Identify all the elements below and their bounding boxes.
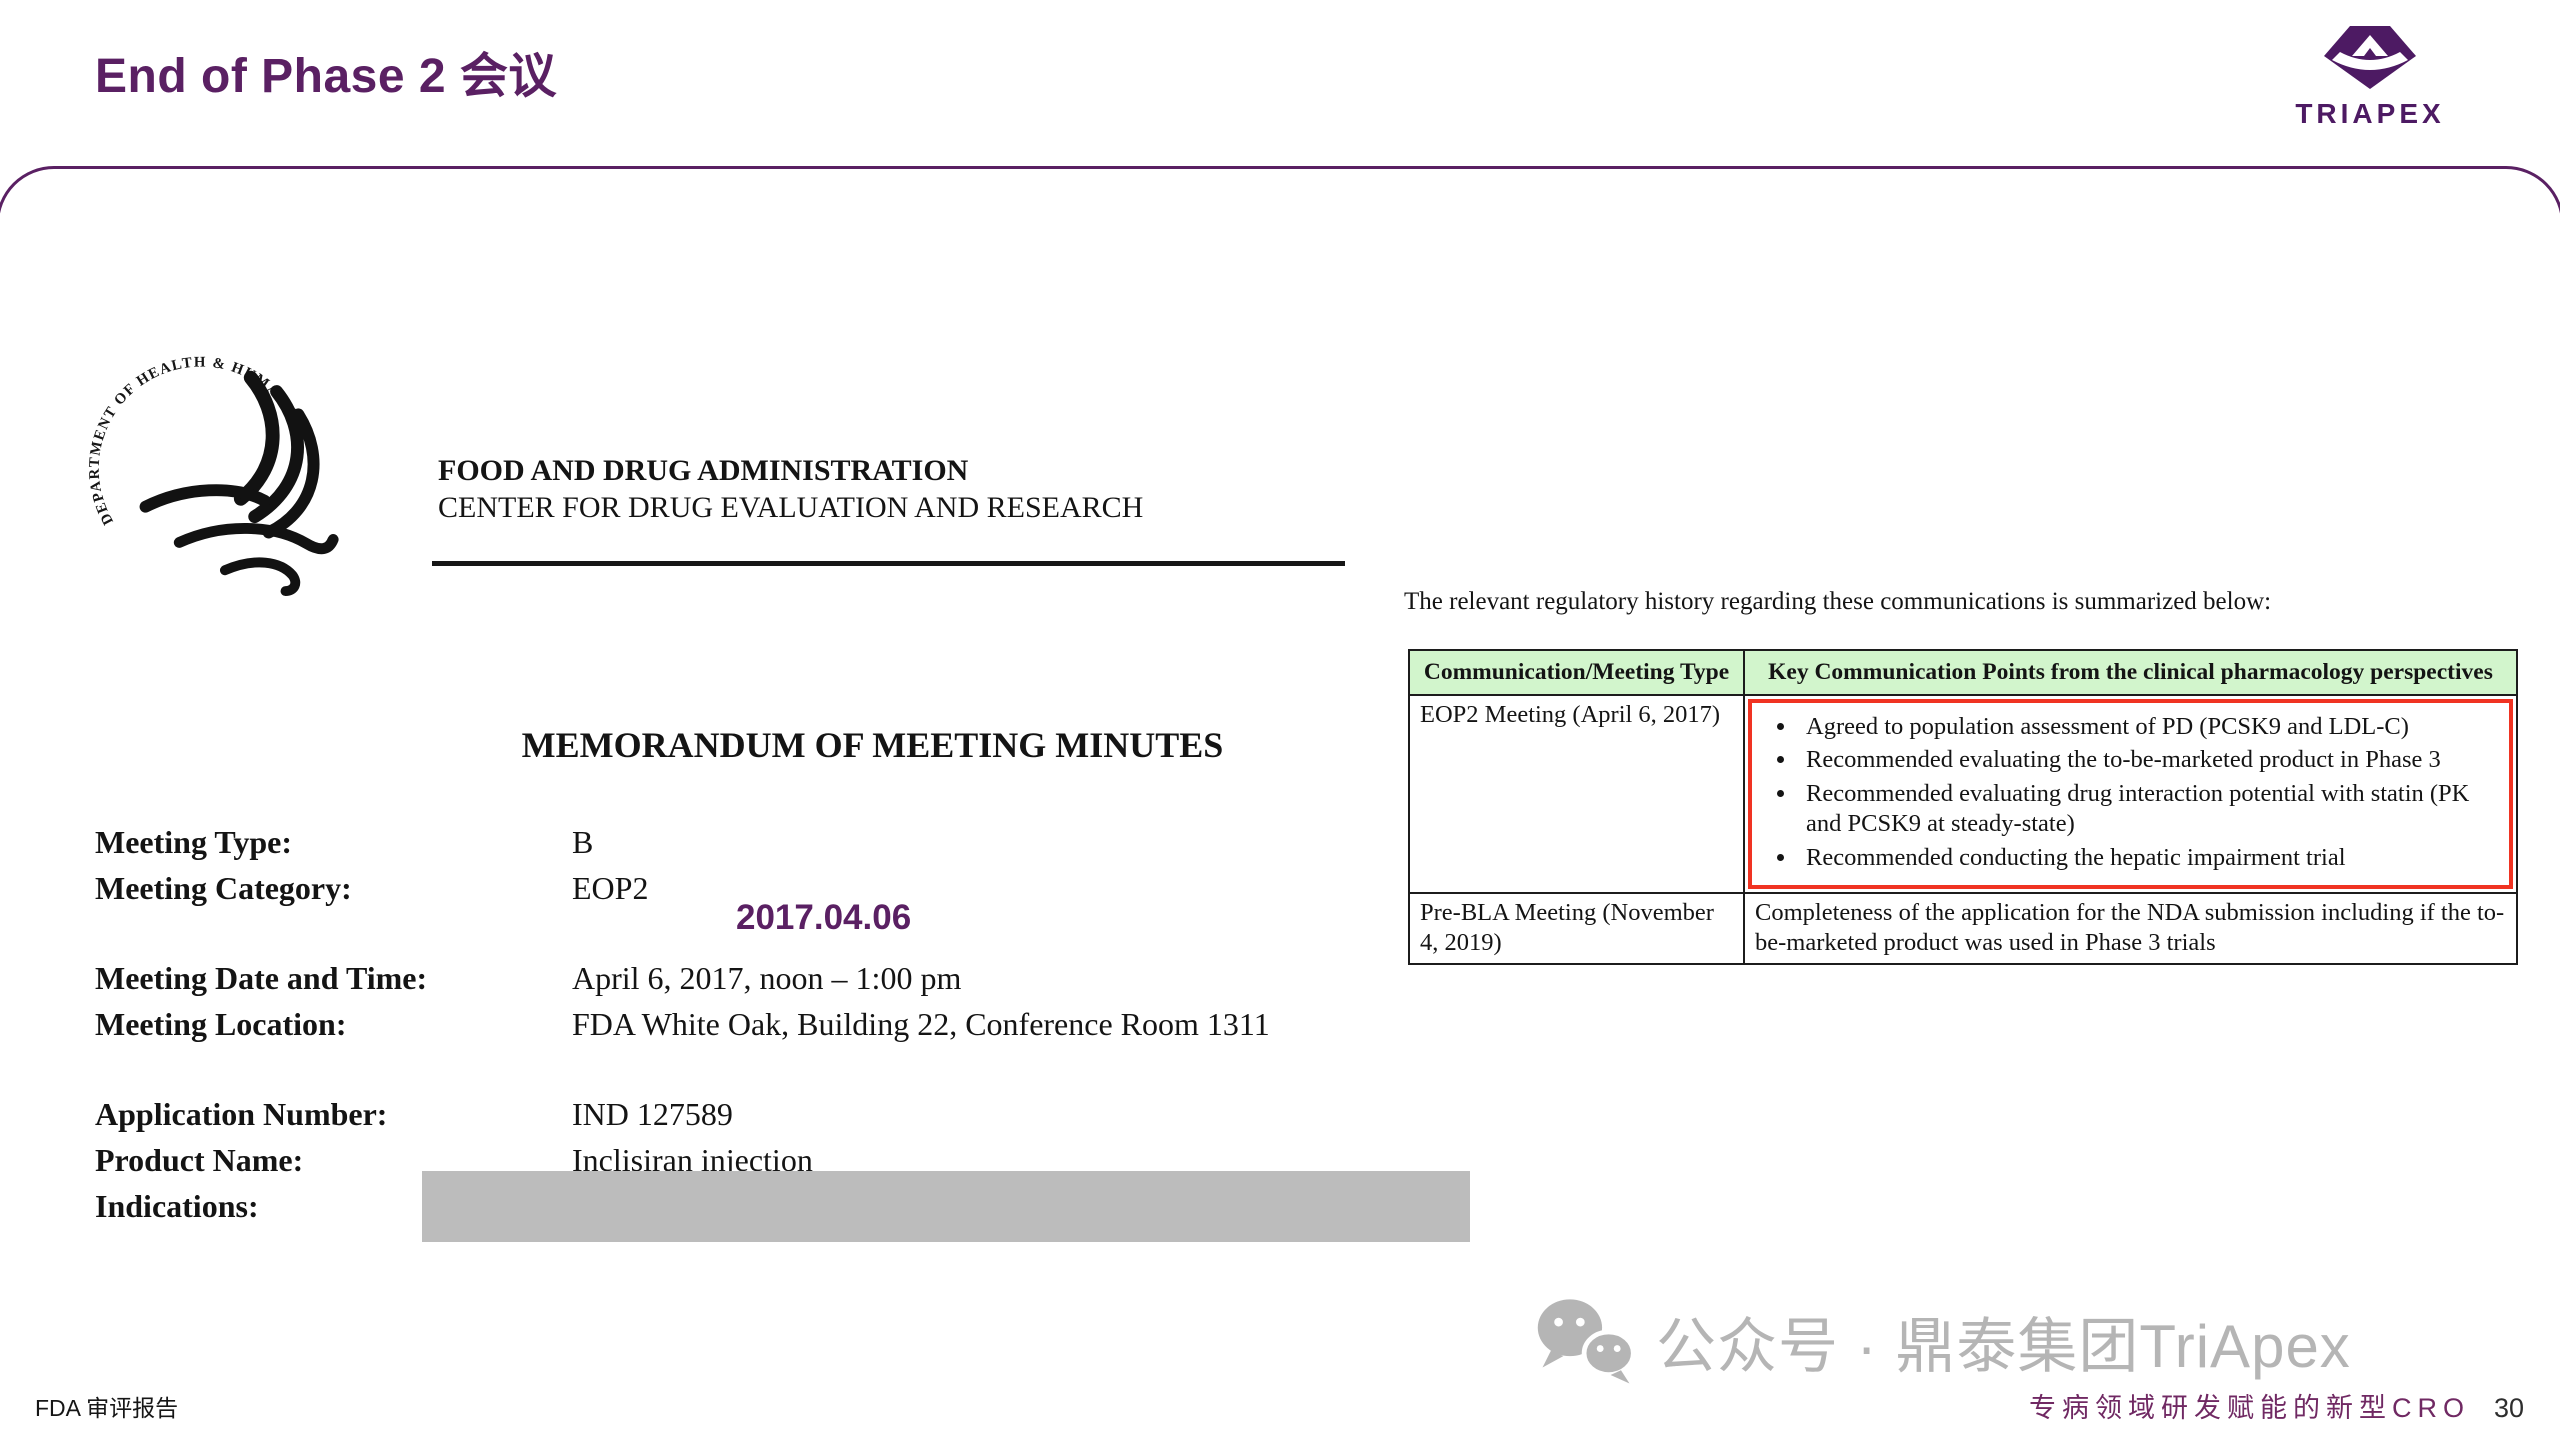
key-points-list: Agreed to population assessment of PD (P… bbox=[1752, 712, 2503, 874]
highlight-red-box: Agreed to population assessment of PD (P… bbox=[1748, 699, 2513, 889]
key-point: Recommended evaluating the to-be-markete… bbox=[1798, 745, 2503, 776]
page-number: 30 bbox=[2494, 1393, 2524, 1424]
cell-key-points: Completeness of the application for the … bbox=[1744, 893, 2517, 964]
regulatory-table: Communication/Meeting Type Key Communica… bbox=[1408, 649, 2518, 965]
footer-tagline: 专病领域研发赋能的新型CRO bbox=[2029, 1386, 2470, 1425]
field-label: Meeting Type: bbox=[95, 824, 572, 861]
field-label: Meeting Location: bbox=[95, 1006, 572, 1043]
key-point: Agreed to population assessment of PD (P… bbox=[1798, 712, 2503, 743]
footer-source-label: FDA 审评报告 bbox=[35, 1389, 178, 1423]
field-value: April 6, 2017, noon – 1:00 pm bbox=[572, 960, 961, 996]
hhs-seal-icon: DEPARTMENT OF HEALTH & HUMAN SERVICES·US… bbox=[84, 318, 352, 623]
field-label: Application Number: bbox=[95, 1096, 572, 1133]
cell-key-points: Agreed to population assessment of PD (P… bbox=[1744, 695, 2517, 893]
key-point: Recommended conducting the hepatic impai… bbox=[1798, 843, 2503, 874]
watermark-text: 公众号 · 鼎泰集团TriApex bbox=[1656, 1298, 2351, 1385]
wechat-icon bbox=[1534, 1292, 1638, 1390]
field-meeting-type: Meeting Type:B bbox=[95, 824, 593, 861]
document-divider bbox=[432, 561, 1345, 566]
agency-line1: FOOD AND DRUG ADMINISTRATION bbox=[438, 452, 1143, 489]
triapex-gem-icon bbox=[2318, 24, 2422, 90]
regulatory-intro: The relevant regulatory history regardin… bbox=[1404, 588, 2534, 616]
field-value: FDA White Oak, Building 22, Conference R… bbox=[572, 1006, 1270, 1042]
date-annotation: 2017.04.06 bbox=[736, 898, 911, 938]
hhs-eagle-glyph bbox=[146, 378, 334, 591]
memo-title: MEMORANDUM OF MEETING MINUTES bbox=[420, 724, 1325, 766]
header-communication-type: Communication/Meeting Type bbox=[1409, 650, 1744, 695]
header-key-points: Key Communication Points from the clinic… bbox=[1744, 650, 2517, 695]
key-point: Recommended evaluating drug interaction … bbox=[1798, 779, 2503, 840]
field-label: Meeting Date and Time: bbox=[95, 960, 572, 997]
field-value: EOP2 bbox=[572, 870, 648, 906]
field-meeting-location: Meeting Location:FDA White Oak, Building… bbox=[95, 1006, 1270, 1043]
table-row: EOP2 Meeting (April 6, 2017) Agreed to p… bbox=[1409, 695, 2517, 893]
agency-line2: CENTER FOR DRUG EVALUATION AND RESEARCH bbox=[438, 489, 1143, 526]
triapex-wordmark: TRIAPEX bbox=[2285, 98, 2455, 130]
table-row: Pre-BLA Meeting (November 4, 2019) Compl… bbox=[1409, 893, 2517, 964]
field-meeting-datetime: Meeting Date and Time:April 6, 2017, noo… bbox=[95, 960, 961, 997]
page-title: End of Phase 2 会议 bbox=[95, 36, 557, 106]
field-value: IND 127589 bbox=[572, 1096, 733, 1132]
table-header-row: Communication/Meeting Type Key Communica… bbox=[1409, 650, 2517, 695]
slide-canvas: End of Phase 2 会议 TRIAPEX DEPARTMENT OF … bbox=[0, 0, 2560, 1440]
triapex-logo: TRIAPEX bbox=[2285, 24, 2455, 130]
agency-header: FOOD AND DRUG ADMINISTRATION CENTER FOR … bbox=[438, 452, 1143, 526]
footer-right: 专病领域研发赋能的新型CRO 30 bbox=[2029, 1386, 2524, 1425]
cell-meeting-type: EOP2 Meeting (April 6, 2017) bbox=[1409, 695, 1744, 893]
indications-redaction-box bbox=[422, 1171, 1470, 1242]
field-meeting-category: Meeting Category:EOP2 bbox=[95, 870, 648, 907]
wechat-watermark: 公众号 · 鼎泰集团TriApex bbox=[1534, 1292, 2351, 1390]
field-value: B bbox=[572, 824, 593, 860]
field-label: Meeting Category: bbox=[95, 870, 572, 907]
cell-meeting-type: Pre-BLA Meeting (November 4, 2019) bbox=[1409, 893, 1744, 964]
field-application-number: Application Number:IND 127589 bbox=[95, 1096, 733, 1133]
